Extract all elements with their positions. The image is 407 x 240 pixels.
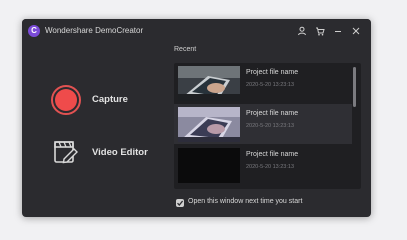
recent-file-item-selected[interactable]: Project file name 2020-5-20 13:23:13: [174, 104, 352, 144]
file-thumbnail: [178, 107, 240, 142]
record-icon: [55, 89, 77, 111]
file-date: 2020-5-20 13:23:13: [246, 123, 295, 129]
open-on-start-checkbox[interactable]: [176, 199, 184, 207]
recent-file-item[interactable]: Project file name 2020-5-20 13:23:13: [174, 145, 352, 185]
recent-files-list: Project file name 2020-5-20 13:23:13 Pro…: [174, 63, 361, 189]
capture-button[interactable]: [51, 85, 81, 115]
cart-icon[interactable]: [314, 25, 326, 37]
file-name: Project file name: [246, 110, 299, 117]
app-title: Wondershare DemoCreator: [45, 26, 144, 35]
file-name: Project file name: [246, 151, 299, 158]
video-editor-icon[interactable]: [53, 139, 79, 165]
capture-label[interactable]: Capture: [92, 94, 128, 105]
file-thumbnail: [178, 148, 240, 183]
account-icon[interactable]: [296, 25, 308, 37]
file-thumbnail: [178, 66, 240, 101]
title-bar: C Wondershare DemoCreator: [22, 19, 371, 43]
recent-heading: Recent: [174, 46, 197, 53]
app-logo-icon: C: [28, 25, 40, 37]
minimize-icon[interactable]: [332, 25, 344, 37]
video-editor-label[interactable]: Video Editor: [92, 147, 148, 158]
open-on-start-label[interactable]: Open this window next time you start: [188, 198, 302, 205]
close-icon[interactable]: [350, 25, 362, 37]
file-name: Project file name: [246, 69, 299, 76]
recent-scrollbar[interactable]: [353, 67, 356, 107]
main-window: C Wondershare DemoCreator Capture Video …: [22, 19, 371, 217]
file-date: 2020-5-20 13:23:13: [246, 82, 295, 88]
file-date: 2020-5-20 13:23:13: [246, 164, 295, 170]
recent-file-item[interactable]: Project file name 2020-5-20 13:23:13: [174, 63, 352, 103]
